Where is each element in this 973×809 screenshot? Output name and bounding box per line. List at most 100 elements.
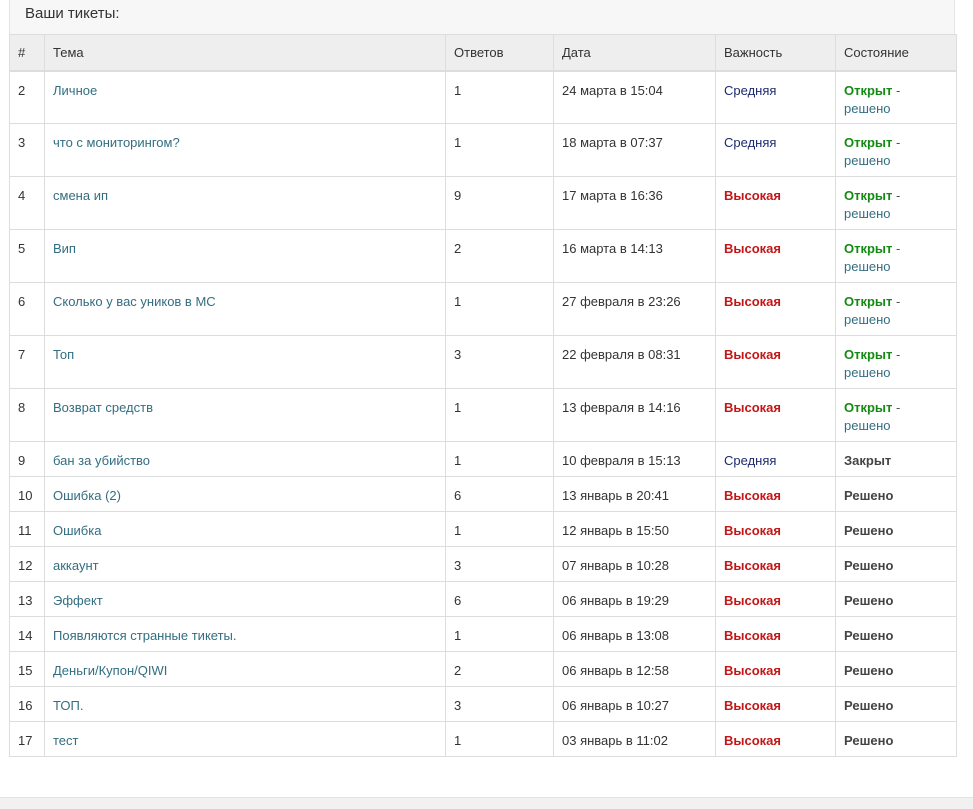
panel-heading: Ваши тикеты: <box>9 0 955 34</box>
ticket-replies: 9 <box>445 176 554 230</box>
ticket-priority: Высокая <box>724 400 781 415</box>
ticket-priority-cell: Высокая <box>715 176 836 230</box>
ticket-topic-link[interactable]: Топ <box>53 347 74 362</box>
ticket-replies: 1 <box>445 282 554 336</box>
ticket-priority-cell: Высокая <box>715 511 836 547</box>
status-badge: Решено <box>844 733 894 748</box>
ticket-topic-link[interactable]: бан за убийство <box>53 453 150 468</box>
table-row: 9 бан за убийство 1 10 февраля в 15:13 Средн… <box>9 441 957 477</box>
ticket-topic-cell: ТОП. <box>44 686 446 722</box>
resolve-link[interactable]: решено <box>844 101 891 116</box>
ticket-priority-cell: Высокая <box>715 282 836 336</box>
table-row: 5 Вип 2 16 марта в 14:13 Высокая Открыт - реше… <box>9 229 957 283</box>
ticket-id: 3 <box>9 123 45 177</box>
status-separator: - <box>896 135 901 150</box>
resolve-link[interactable]: решено <box>844 418 891 433</box>
status-badge: Открыт <box>844 82 893 98</box>
ticket-replies: 3 <box>445 546 554 582</box>
ticket-topic-cell: Личное <box>44 70 446 124</box>
resolve-link[interactable]: решено <box>844 365 891 380</box>
status-badge: Решено <box>844 558 894 573</box>
ticket-status-cell: Решено <box>835 546 957 582</box>
ticket-topic-link[interactable]: Сколько у вас уников в МС <box>53 294 216 309</box>
status-badge: Открыт <box>844 135 893 150</box>
ticket-priority-cell: Высокая <box>715 686 836 722</box>
ticket-topic-link[interactable]: что с мониторингом? <box>53 135 180 150</box>
ticket-date: 13 февраля в 14:16 <box>553 388 716 442</box>
ticket-priority: Средняя <box>724 135 777 150</box>
ticket-replies: 1 <box>445 441 554 477</box>
ticket-date: 12 январь в 15:50 <box>553 511 716 547</box>
tickets-table-header: # Тема Ответов Дата Важность Состояние <box>9 34 957 72</box>
status-badge: Открыт <box>844 347 893 362</box>
ticket-date: 06 январь в 19:29 <box>553 581 716 617</box>
col-header-num: # <box>9 34 45 72</box>
resolve-link[interactable]: решено <box>844 259 891 274</box>
ticket-topic-link[interactable]: Деньги/Купон/QIWI <box>53 663 167 678</box>
ticket-status-cell: Решено <box>835 686 957 722</box>
ticket-topic-link[interactable]: Возврат средств <box>53 400 153 415</box>
ticket-priority: Высокая <box>724 488 781 503</box>
ticket-topic-cell: Деньги/Купон/QIWI <box>44 651 446 687</box>
ticket-id: 9 <box>9 441 45 477</box>
ticket-status-cell: Открыт - решено <box>835 388 957 442</box>
ticket-id: 17 <box>9 721 45 757</box>
ticket-priority-cell: Высокая <box>715 616 836 652</box>
ticket-date: 27 февраля в 23:26 <box>553 282 716 336</box>
ticket-id: 8 <box>9 388 45 442</box>
ticket-topic-link[interactable]: Ошибка <box>53 523 101 538</box>
ticket-status-cell: Открыт - решено <box>835 229 957 283</box>
ticket-topic-link[interactable]: ТОП. <box>53 698 83 713</box>
ticket-topic-link[interactable]: Личное <box>53 83 97 98</box>
ticket-topic-link[interactable]: Вип <box>53 241 76 256</box>
ticket-priority-cell: Средняя <box>715 441 836 477</box>
ticket-date: 07 январь в 10:28 <box>553 546 716 582</box>
ticket-priority-cell: Высокая <box>715 651 836 687</box>
ticket-status-cell: Решено <box>835 616 957 652</box>
status-badge: Решено <box>844 523 894 538</box>
ticket-topic-link[interactable]: тест <box>53 733 79 748</box>
status-separator: - <box>896 188 901 203</box>
status-separator: - <box>896 400 901 415</box>
ticket-priority-cell: Средняя <box>715 123 836 177</box>
ticket-priority-cell: Высокая <box>715 476 836 512</box>
panel-title: Ваши тикеты: <box>25 5 120 22</box>
ticket-topic-cell: Вип <box>44 229 446 283</box>
ticket-replies: 2 <box>445 229 554 283</box>
ticket-topic-link[interactable]: Эффект <box>53 593 103 608</box>
table-row: 12 аккаунт 3 07 январь в 10:28 Высокая Решено <box>9 546 957 582</box>
table-row: 8 Возврат средств 1 13 февраля в 14:16 Высок… <box>9 388 957 442</box>
resolve-link[interactable]: решено <box>844 312 891 327</box>
resolve-link[interactable]: решено <box>844 206 891 221</box>
ticket-priority-cell: Средняя <box>715 70 836 124</box>
ticket-topic-link[interactable]: Ошибка (2) <box>53 488 121 503</box>
ticket-id: 5 <box>9 229 45 283</box>
ticket-replies: 3 <box>445 686 554 722</box>
ticket-replies: 2 <box>445 651 554 687</box>
ticket-topic-cell: Возврат средств <box>44 388 446 442</box>
col-header-topic: Тема <box>44 34 446 72</box>
table-row: 13 Эффект 6 06 январь в 19:29 Высокая Решено <box>9 581 957 617</box>
ticket-replies: 1 <box>445 388 554 442</box>
status-badge: Открыт <box>844 241 893 256</box>
col-header-priority: Важность <box>715 34 836 72</box>
ticket-status-cell: Открыт - решено <box>835 282 957 336</box>
ticket-status-cell: Открыт - решено <box>835 70 957 124</box>
ticket-status-cell: Открыт - решено <box>835 176 957 230</box>
col-header-replies: Ответов <box>445 34 554 72</box>
status-separator: - <box>896 82 901 98</box>
ticket-topic-link[interactable]: Появляются странные тикеты. <box>53 628 237 643</box>
ticket-topic-cell: Эффект <box>44 581 446 617</box>
ticket-id: 12 <box>9 546 45 582</box>
ticket-replies: 1 <box>445 511 554 547</box>
ticket-topic-cell: смена ип <box>44 176 446 230</box>
resolve-link[interactable]: решено <box>844 153 891 168</box>
ticket-topic-link[interactable]: смена ип <box>53 188 108 203</box>
status-separator: - <box>896 294 901 309</box>
header-row: # Тема Ответов Дата Важность Состояние <box>9 34 957 72</box>
ticket-topic-link[interactable]: аккаунт <box>53 558 99 573</box>
status-badge: Решено <box>844 698 894 713</box>
ticket-priority: Высокая <box>724 558 781 573</box>
ticket-replies: 1 <box>445 123 554 177</box>
ticket-replies: 6 <box>445 476 554 512</box>
